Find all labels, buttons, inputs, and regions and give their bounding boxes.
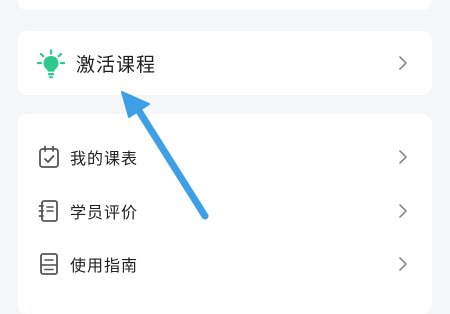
chevron-right-icon (399, 56, 407, 70)
activate-course-card[interactable]: 激活课程 (17, 31, 432, 95)
menu-item-label: 学员评价 (70, 203, 139, 222)
notebook-icon (38, 200, 58, 222)
menu-card: 我的课表 学员评价 使用指南 (17, 114, 432, 314)
guide-book-icon (40, 253, 58, 275)
activate-course-label: 激活课程 (76, 53, 157, 76)
activate-course-row[interactable]: 激活课程 (17, 31, 432, 95)
menu-item-schedule[interactable]: 我的课表 (17, 132, 432, 182)
menu-item-label: 使用指南 (70, 256, 139, 275)
lightbulb-icon (37, 49, 65, 79)
calendar-check-icon (39, 145, 59, 168)
menu-item-reviews[interactable]: 学员评价 (17, 186, 432, 236)
top-card (17, 0, 432, 10)
menu-item-label: 我的课表 (70, 149, 139, 168)
chevron-right-icon (399, 257, 407, 271)
chevron-right-icon (399, 204, 407, 218)
menu-item-guide[interactable]: 使用指南 (17, 239, 432, 289)
chevron-right-icon (399, 150, 407, 164)
